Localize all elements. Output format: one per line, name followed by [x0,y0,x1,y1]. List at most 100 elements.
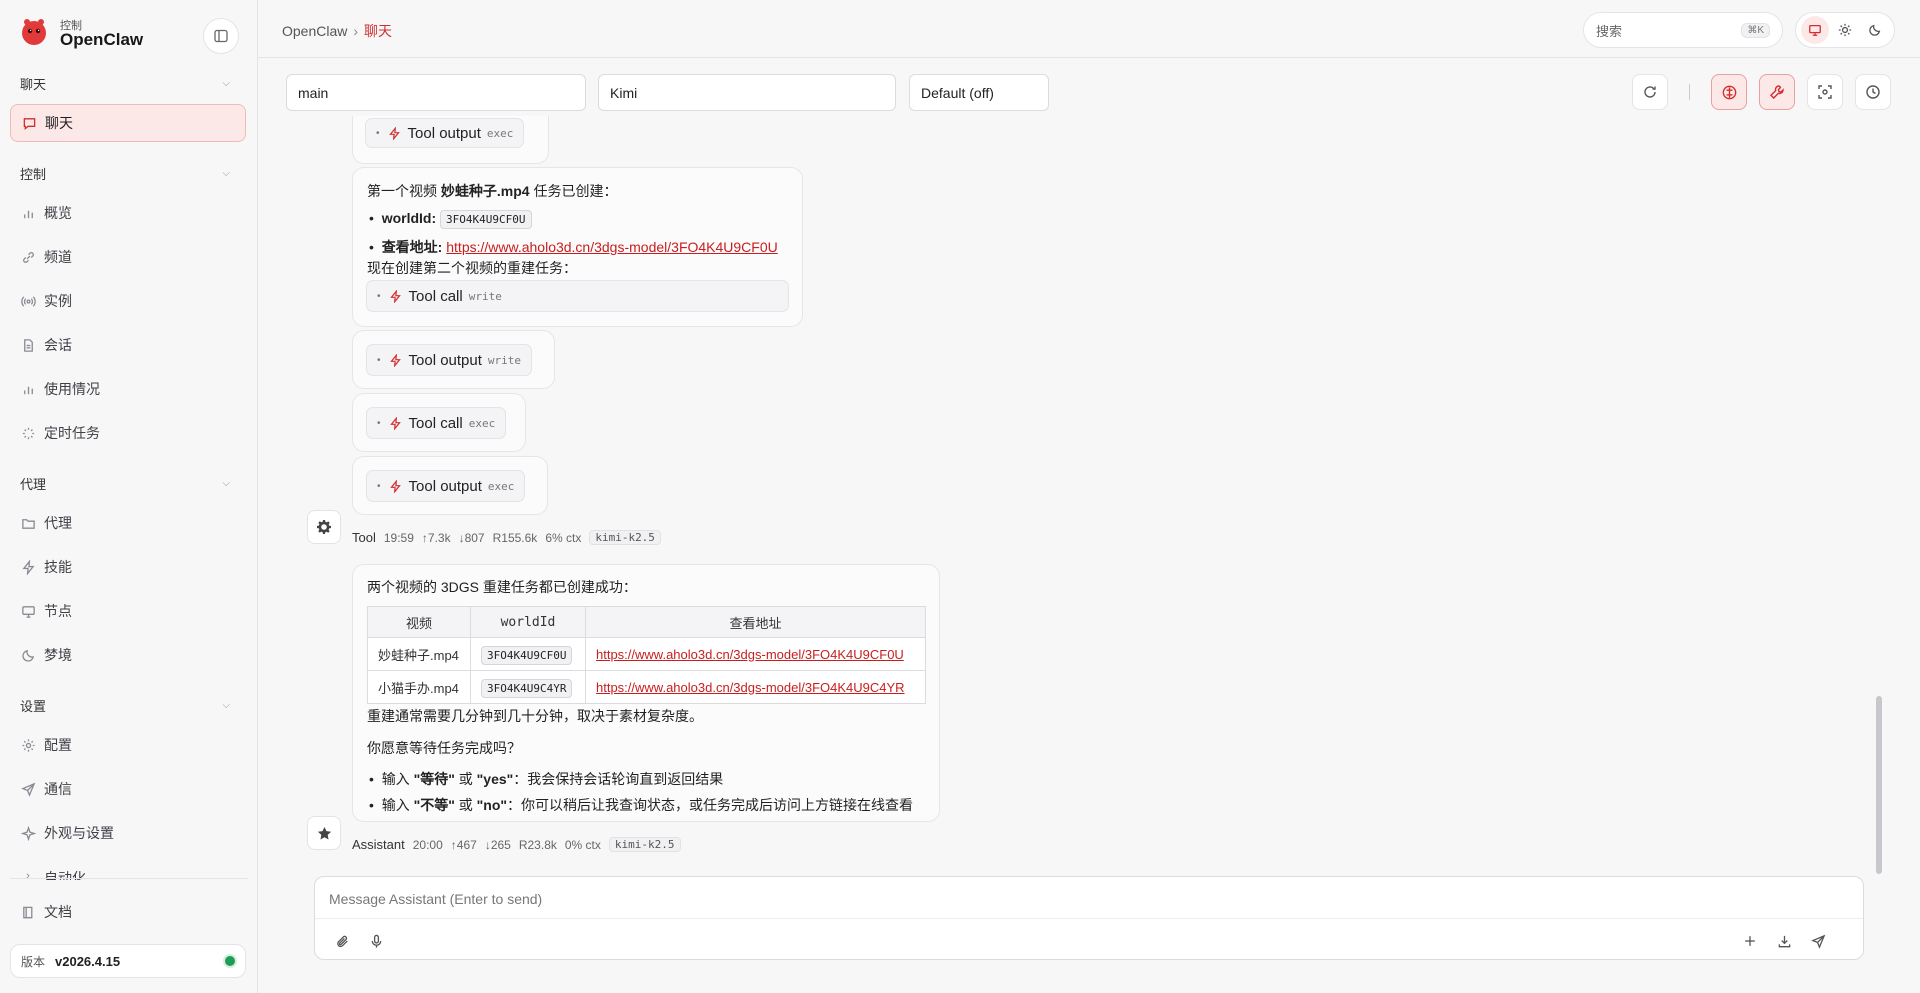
message-bubble: • Tool output write [352,330,555,389]
tool-output-chip[interactable]: • Tool output write [366,344,533,376]
group-settings[interactable]: 设置 ⌵ [20,696,238,715]
theme-light-button[interactable] [1831,16,1859,44]
monitor-icon [1809,24,1821,36]
sidebar-item-nodes[interactable]: 节点 [10,592,246,630]
group-agents[interactable]: 代理 ⌵ [20,474,238,493]
sidebar-item-cron[interactable]: 定时任务 [10,414,246,452]
sidebar-item-label: 会话 [44,337,72,353]
message-text-part: 第一个视频 [367,183,441,199]
sidebar-item-usage[interactable]: 使用情况 [10,370,246,408]
collapse-sidebar-button[interactable] [203,18,239,54]
list-text: 或 [454,771,477,787]
bullet: • [377,417,381,429]
topbar: OpenClaw › 聊天 搜索 ⌘K [258,0,1920,58]
sidebar-item-label: 技能 [44,559,72,575]
model-select[interactable]: Kimi [598,74,896,111]
sidebar-item-channels[interactable]: 频道 [10,238,246,276]
export-button[interactable] [1773,930,1795,952]
sidebar-item-label: 配置 [44,737,72,753]
video-cell: 小猫手办.mp4 [367,670,471,704]
send-button[interactable] [1807,930,1829,952]
search-input[interactable]: 搜索 ⌘K [1583,12,1783,48]
new-chat-button[interactable] [1739,930,1761,952]
message-bubble: • Tool output exec [352,456,548,515]
sidebar-item-sessions[interactable]: 会话 [10,326,246,364]
group-control[interactable]: 控制 ⌵ [20,164,238,183]
version-value: v2026.4.15 [55,953,121,969]
attach-button[interactable] [331,930,353,952]
focus-mode-button[interactable] [1807,74,1843,110]
tool-output-chip[interactable]: • Tool output exec [365,118,525,148]
list-text: 或 [454,797,477,813]
sidebar-item-label: 定时任务 [44,425,100,441]
openclaw-logo-icon [22,19,46,45]
sidebar-item-config[interactable]: 配置 [10,726,246,764]
theme-dark-button[interactable] [1861,16,1889,44]
list-option: "no" [476,797,508,813]
context-usage: 0% ctx [564,837,601,852]
voice-button[interactable] [365,930,387,952]
column-header: 视频 [367,606,471,638]
tool-output-chip[interactable]: • Tool output exec [366,470,526,502]
list-text: 输入 [381,797,414,813]
download-icon [1778,935,1790,947]
sidebar-item-appearance[interactable]: 外观与设置 [10,814,246,852]
loader-icon [20,425,36,441]
list-option: "等待" [413,771,455,787]
microphone-icon [371,934,381,948]
session-select[interactable]: main [286,74,586,111]
composer: Message Assistant (Enter to send) [314,876,1864,960]
list-item: • 查看地址: https://www.aholo3d.cn/3dgs-mode… [369,239,778,255]
sidebar-item-overview[interactable]: 概览 [10,194,246,232]
worldid-code: 3FO4K4U9CF0U [481,645,573,665]
toolbar-separator [1689,84,1690,100]
star-icon [317,826,331,839]
model-url-link[interactable]: https://www.aholo3d.cn/3dgs-model/3FO4K4… [446,239,778,255]
message-input[interactable]: Message Assistant (Enter to send) [329,891,542,907]
tokens-in: ↑7.3k [421,530,451,545]
group-chat[interactable]: 聊天 ⌵ [20,74,238,93]
breadcrumb-root[interactable]: OpenClaw [282,23,347,39]
message-time: 20:00 [412,837,443,852]
column-header: 查看地址 [585,606,926,638]
sidebar-item-skills[interactable]: 技能 [10,548,246,586]
group-label: 设置 [20,699,47,714]
tool-call-chip[interactable]: • Tool call exec [366,407,507,439]
theme-system-button[interactable] [1801,16,1829,44]
chat-scrollbar[interactable] [1876,696,1882,874]
refresh-button[interactable] [1632,74,1668,110]
sidebar-item-comms[interactable]: 通信 [10,770,246,808]
sidebar-item-docs[interactable]: 文档 [10,893,246,931]
zap-icon [388,126,401,140]
thinking-value: Default (off) [921,84,994,101]
model-url-link[interactable]: https://www.aholo3d.cn/3dgs-model/3FO4K4… [596,647,904,662]
sidebar-item-label: 概览 [44,205,72,221]
model-url-link[interactable]: https://www.aholo3d.cn/3dgs-model/3FO4K4… [596,680,905,695]
chevron-down-icon: ⌵ [222,78,230,89]
sidebar-item-chat[interactable]: 聊天 [10,104,246,142]
sidebar-item-dreams[interactable]: 梦境 [10,636,246,674]
table-row: 妙蛙种子.mp4 3FO4K4U9CF0U https://www.aholo3… [367,637,926,671]
thinking-select[interactable]: Default (off) [909,74,1049,111]
sidebar-item-instances[interactable]: 实例 [10,282,246,320]
send-icon [1810,934,1825,949]
sidebar-item-label: 外观与设置 [44,825,114,841]
results-table: 视频 worldId 查看地址 妙蛙种子.mp4 3FO4K4U9CF0U ht… [367,606,926,704]
wrench-icon [1770,85,1784,99]
zap-icon [20,559,36,575]
sidebar-item-automation[interactable]: › 自动化 [10,858,246,880]
group-label: 控制 [20,167,47,182]
thinking-toggle-button[interactable] [1711,74,1747,110]
tool-chip-label: Tool output [407,124,481,142]
tool-call-chip[interactable]: • Tool call write [366,280,789,312]
zap-icon [389,353,402,367]
sidebar-item-agents[interactable]: 代理 [10,504,246,542]
bar-chart-icon [20,381,36,397]
url-label: 查看地址: [381,239,443,255]
book-icon [20,904,36,920]
tools-toggle-button[interactable] [1759,74,1795,110]
tool-chip-label: Tool output [408,351,482,369]
worldid-cell: 3FO4K4U9CF0U [470,637,586,671]
moon-icon [20,647,36,663]
history-button[interactable] [1855,74,1891,110]
